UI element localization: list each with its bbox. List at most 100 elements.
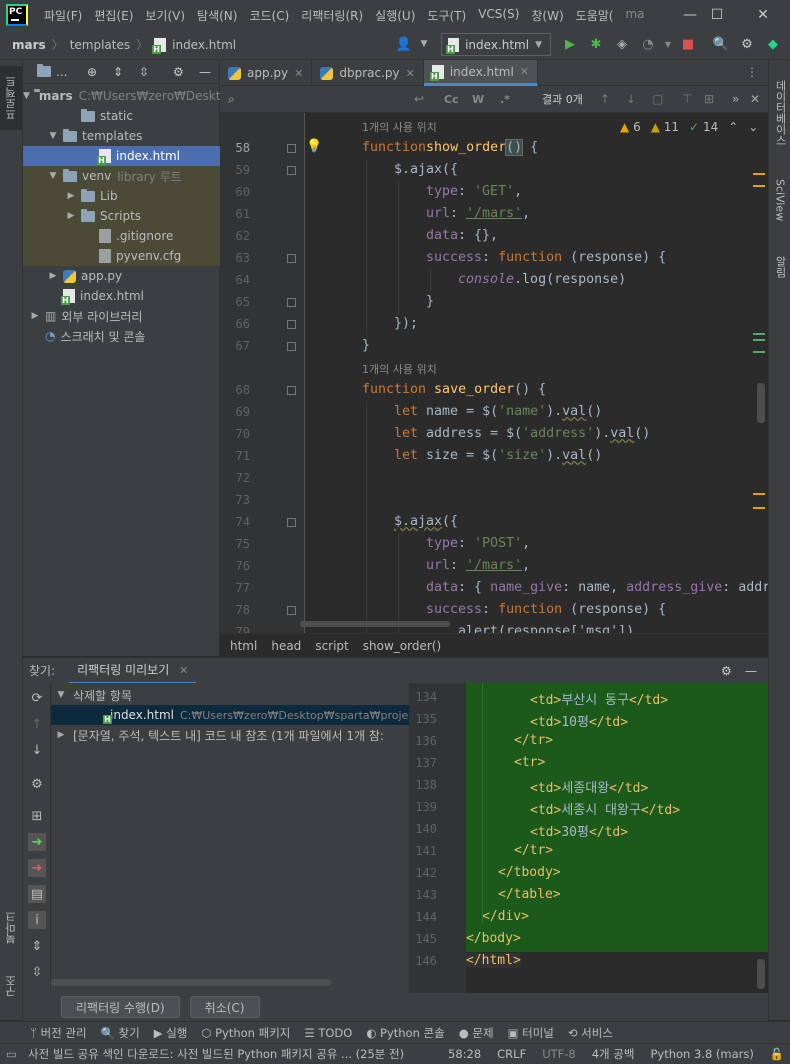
database-tool-tab[interactable]: 데이터베이스	[769, 68, 790, 158]
project-view-selector[interactable]: ...	[56, 65, 67, 79]
menu-help[interactable]: 도움말(	[570, 7, 620, 24]
chevron-down-icon[interactable]: ▼	[47, 171, 59, 181]
chevron-down-icon[interactable]: ▼	[47, 131, 59, 141]
tab-app-py[interactable]: app.py ✕	[220, 60, 313, 86]
crumb-project[interactable]: mars	[12, 38, 46, 52]
folder-icon[interactable]: ▤	[28, 885, 46, 903]
usage-hint[interactable]: 1개의 사용 위치	[362, 119, 437, 135]
tool-run[interactable]: ▶ 실행	[154, 1025, 188, 1041]
tab-dbprac-py[interactable]: dbprac.py ✕	[312, 60, 424, 86]
group-code-references[interactable]: ▶ [문자열, 주석, 텍스트 내] 코드 내 참조 (1개 파일에서 1개 참…	[51, 725, 409, 745]
file-encoding[interactable]: UTF-8	[534, 1047, 584, 1061]
horizontal-scrollbar-thumb[interactable]	[300, 621, 450, 627]
profile-icon[interactable]: ◔	[640, 36, 656, 52]
gear-icon[interactable]: ⚙	[739, 36, 755, 52]
chevron-right-icon[interactable]: ▶	[65, 211, 77, 221]
group-icon[interactable]: ⊞	[28, 807, 46, 825]
fold-marker-icon[interactable]	[287, 166, 296, 175]
chevron-down-icon[interactable]: ▼	[55, 690, 67, 700]
fold-marker-icon[interactable]	[287, 298, 296, 307]
debug-icon[interactable]: ✱	[588, 36, 604, 52]
vertical-scrollbar-thumb[interactable]	[757, 383, 765, 423]
whole-word-button[interactable]: W	[472, 93, 484, 106]
crumb-function[interactable]: show_order()	[363, 639, 441, 653]
tool-terminal[interactable]: ▣ 터미널	[508, 1025, 554, 1041]
status-message[interactable]: 사전 빌드 공유 색인 다운로드: 사전 빌드된 Python 패키지 공유 .…	[0, 1046, 440, 1062]
tree-item[interactable]: .gitignore	[23, 226, 220, 246]
tool-vcs[interactable]: ᛘ 버전 관리	[30, 1025, 87, 1041]
chevron-down-icon[interactable]: ▼	[416, 36, 432, 52]
close-icon[interactable]: ✕	[294, 67, 303, 80]
close-icon[interactable]: ✕	[179, 664, 188, 677]
chevron-down-icon[interactable]: ▼	[660, 36, 676, 52]
user-icon[interactable]: 👤	[396, 36, 412, 52]
hide-panel-icon[interactable]: —	[745, 664, 757, 678]
fold-marker-icon[interactable]	[287, 386, 296, 395]
coverage-icon[interactable]: ◈	[614, 36, 630, 52]
fold-marker-icon[interactable]	[287, 254, 296, 263]
tool-find[interactable]: 🔍 찾기	[101, 1025, 140, 1041]
expand-all-icon[interactable]: ⇕	[113, 65, 123, 79]
fold-marker-icon[interactable]	[287, 144, 296, 153]
crumb-html[interactable]: html	[230, 639, 257, 653]
menu-navigate[interactable]: 탐색(N)	[191, 7, 243, 24]
tree-item[interactable]: ▶ Scripts	[23, 206, 220, 226]
menu-window[interactable]: 창(W)	[525, 7, 569, 24]
notifications-tool-tab[interactable]: 알림	[769, 242, 790, 292]
select-all-icon[interactable]: ▢	[652, 92, 663, 106]
menu-view[interactable]: 보기(V)	[139, 7, 191, 24]
tree-item[interactable]: ▼ templates	[23, 126, 220, 146]
new-line-icon[interactable]: ↩	[414, 92, 424, 106]
close-icon[interactable]: ✕	[520, 65, 529, 78]
tool-python-console[interactable]: ◐ Python 콘솔	[366, 1025, 444, 1041]
cancel-button[interactable]: 취소(C)	[189, 996, 260, 1018]
fold-marker-icon[interactable]	[287, 518, 296, 527]
jetbrains-icon[interactable]: ◆	[765, 36, 781, 52]
search-icon[interactable]: 🔍	[713, 36, 729, 52]
gear-icon[interactable]: ⚙	[173, 65, 184, 79]
run-config-select[interactable]: index.html ▼	[441, 33, 551, 56]
tree-item[interactable]: ▶ app.py	[23, 266, 220, 286]
run-icon[interactable]: ▶	[562, 36, 578, 52]
menu-file[interactable]: 파일(F)	[38, 7, 88, 24]
layout-icon[interactable]: ▭	[6, 1047, 17, 1061]
structure-tool-tab[interactable]: 구조	[0, 966, 23, 1006]
bookmark-tool-tab[interactable]: 북마크	[0, 900, 23, 956]
maximize-icon[interactable]: ☐	[697, 0, 737, 30]
chevron-down-icon[interactable]: ⌄	[748, 120, 758, 134]
line-separator[interactable]: CRLF	[489, 1047, 534, 1061]
hide-panel-icon[interactable]: —	[199, 65, 211, 79]
more-vertical-icon[interactable]: ⋮	[746, 65, 758, 79]
python-interpreter[interactable]: Python 3.8 (mars)	[642, 1047, 761, 1061]
menu-code[interactable]: 코드(C)	[243, 7, 295, 24]
crumb-folder[interactable]: templates	[70, 38, 130, 52]
regex-button[interactable]: .*	[500, 93, 510, 106]
menu-run[interactable]: 실행(U)	[369, 7, 421, 24]
chevron-right-icon[interactable]: ▶	[47, 271, 59, 281]
tree-item[interactable]: static	[23, 106, 220, 126]
usage-hint[interactable]: 1개의 사용 위치	[362, 361, 437, 377]
horizontal-scrollbar-thumb[interactable]	[51, 979, 331, 986]
stop-icon[interactable]: ■	[680, 36, 696, 52]
chevron-right-icon[interactable]: ▶	[55, 730, 67, 740]
arrow-up-icon[interactable]: ↑	[600, 92, 610, 106]
collapse-all-icon[interactable]: ⇳	[28, 963, 46, 981]
crumb-file[interactable]: index.html	[172, 38, 236, 52]
chevron-up-icon[interactable]: ⌃	[728, 120, 738, 134]
tree-item[interactable]: ▶ Lib	[23, 186, 220, 206]
tree-item[interactable]: index.html	[23, 286, 220, 306]
search-input[interactable]	[250, 90, 440, 108]
more-icon[interactable]: »	[732, 92, 739, 106]
menu-edit[interactable]: 편집(E)	[88, 7, 139, 24]
crumb-head[interactable]: head	[271, 639, 301, 653]
menu-vcs[interactable]: VCS(S)	[472, 7, 525, 24]
import-icon[interactable]: ➜	[28, 833, 46, 851]
vertical-scrollbar-thumb[interactable]	[757, 959, 765, 989]
match-case-button[interactable]: Cc	[444, 93, 459, 106]
arrow-up-icon[interactable]: ↑	[28, 715, 46, 733]
search-icon[interactable]: ⌕	[228, 92, 235, 107]
menu-tools[interactable]: 도구(T)	[421, 7, 472, 24]
tool-services[interactable]: ⟲ 서비스	[568, 1025, 613, 1041]
tree-item[interactable]: ▶ ▥ 외부 라이브러리	[23, 306, 220, 326]
filter-icon[interactable]: ⊤	[682, 92, 692, 106]
